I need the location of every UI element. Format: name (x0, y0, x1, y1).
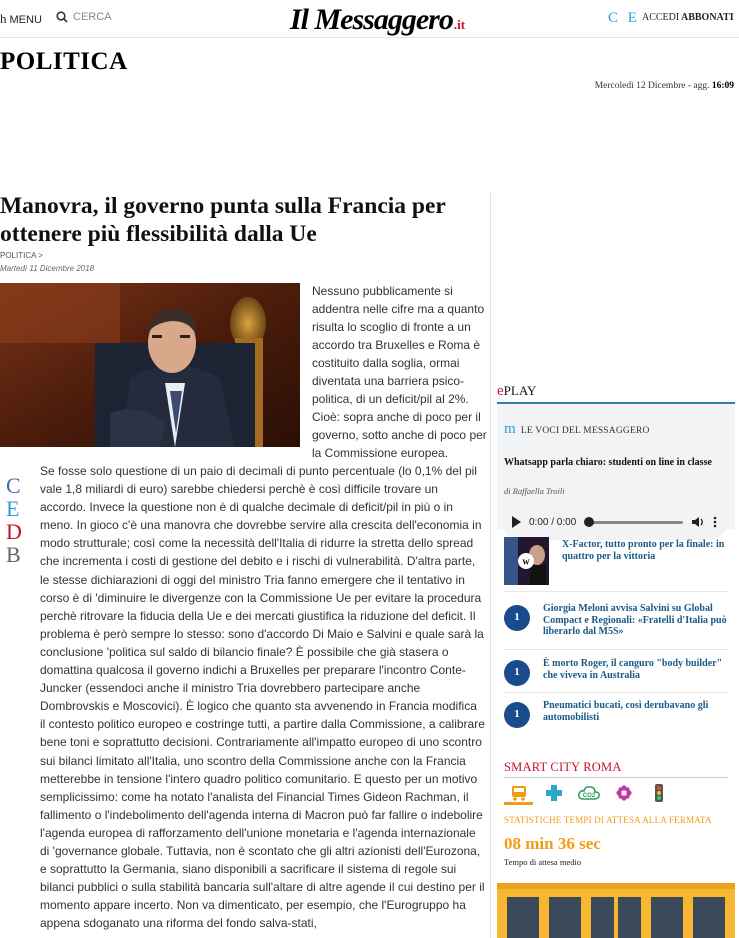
audio-progress-bar[interactable] (584, 516, 683, 527)
play-icon[interactable] (512, 516, 521, 528)
menu-icon: h (0, 11, 7, 26)
voci-title[interactable]: Whatsapp parla chiaro: studenti on line … (504, 457, 724, 469)
logo-suffix: .it (453, 17, 466, 32)
traffic-light-icon[interactable] (644, 783, 673, 805)
story-title[interactable]: Pneumatici bucati, così derubavano gli a… (543, 700, 733, 723)
audio-scrubber[interactable] (584, 516, 595, 527)
voci-header: m LE VOCI DEL MESSAGGERO (504, 421, 650, 438)
eplay-label: PLAY (503, 383, 537, 398)
featured-thumbnail[interactable]: w (504, 537, 549, 585)
story-title[interactable]: È morto Roger, il canguro "body builder"… (543, 658, 733, 681)
featured-story-title[interactable]: X-Factor, tutto pronto per la finale: in… (562, 539, 732, 563)
logo-text: Il Messaggero (290, 3, 454, 36)
share-comment-button[interactable]: C (6, 474, 22, 497)
search-button[interactable]: CERCA (56, 11, 112, 23)
article-lead: Nessuno pubblicamente si addentra nelle … (312, 284, 487, 460)
date-text: Mercoledì 12 Dicembre - agg. (594, 81, 710, 91)
thumb-letter: w (522, 557, 530, 568)
menu-button[interactable]: h MENU (0, 11, 42, 27)
wait-time-value: 08 min 36 sec (504, 834, 601, 853)
story-divider (504, 649, 728, 650)
share-bar: C E D B (6, 474, 22, 566)
bus-illustration (497, 875, 735, 938)
photo-illustration (0, 283, 300, 447)
smart-city-title[interactable]: SMART CITY ROMA (504, 760, 622, 775)
voci-author: di Raffaella Troili (504, 486, 565, 496)
smart-city-tabs: CO2 (504, 783, 673, 805)
top-bar: h MENU CERCA Il Messaggero.it C E ACCEDI… (0, 0, 739, 38)
story-rank-badge: 1 (504, 660, 530, 686)
smart-city-divider (504, 777, 728, 778)
flower-icon[interactable] (609, 783, 638, 805)
login-link[interactable]: ACCEDI (642, 12, 679, 23)
more-options-icon[interactable] (713, 516, 717, 528)
volume-icon[interactable] (691, 516, 705, 528)
site-logo[interactable]: Il Messaggero.it (290, 3, 465, 37)
column-divider (490, 192, 491, 938)
date-line: Mercoledì 12 Dicembre - agg. 16:09 (595, 81, 734, 91)
updated-time: 16:09 (711, 81, 734, 91)
article-date: Martedì 11 Dicembre 2018 (0, 264, 95, 273)
messaggero-m-icon: m (504, 421, 516, 437)
voci-label: LE VOCI DEL MESSAGGERO (520, 426, 650, 436)
health-cross-icon[interactable] (539, 783, 568, 805)
section-title[interactable]: POLITICA (0, 48, 128, 76)
breadcrumb[interactable]: POLITICA > (0, 251, 490, 260)
audio-time: 0:00 / 0:00 (529, 516, 577, 528)
wait-time-label: Tempo di attesa medio (504, 857, 582, 867)
search-icon (56, 11, 68, 23)
share-facebook-button[interactable]: E (6, 497, 22, 520)
sidebar: ePLAY m LE VOCI DEL MESSAGGERO Whatsapp … (497, 383, 735, 938)
story-rank-badge: 1 (504, 605, 530, 631)
story-divider (504, 692, 728, 693)
co2-icon[interactable]: CO2 (574, 783, 603, 805)
share-bookmark-button[interactable]: B (6, 543, 22, 566)
story-divider (504, 591, 728, 592)
svg-text:CO2: CO2 (582, 793, 595, 799)
audio-player: 0:00 / 0:00 (502, 504, 727, 540)
search-label: CERCA (73, 11, 112, 23)
article-headline: Manovra, il governo punta sulla Francia … (0, 193, 446, 247)
voci-widget: m LE VOCI DEL MESSAGGERO Whatsapp parla … (497, 402, 735, 540)
share-email-button[interactable]: D (6, 520, 22, 543)
article-photo (0, 283, 300, 447)
story-rank-badge: 1 (504, 702, 530, 728)
xfactor-image: w (504, 537, 549, 585)
menu-label: MENU (9, 14, 42, 26)
eplay-heading[interactable]: ePLAY (497, 383, 735, 400)
subscribe-link[interactable]: ABBONATI (681, 12, 734, 23)
article-body: Se fosse solo questione di un paio di de… (40, 464, 485, 931)
bus-icon[interactable] (504, 783, 533, 805)
ce-icon[interactable]: C E (608, 10, 640, 27)
story-title[interactable]: Giorgia Meloni avvisa Salvini su Global … (543, 603, 733, 638)
article: Manovra, il governo punta sulla Francia … (0, 192, 490, 930)
stats-heading: STATISTICHE TEMPI DI ATTESA ALLA FERMATA (504, 815, 712, 825)
eplay-logo-icon: e (497, 383, 504, 399)
